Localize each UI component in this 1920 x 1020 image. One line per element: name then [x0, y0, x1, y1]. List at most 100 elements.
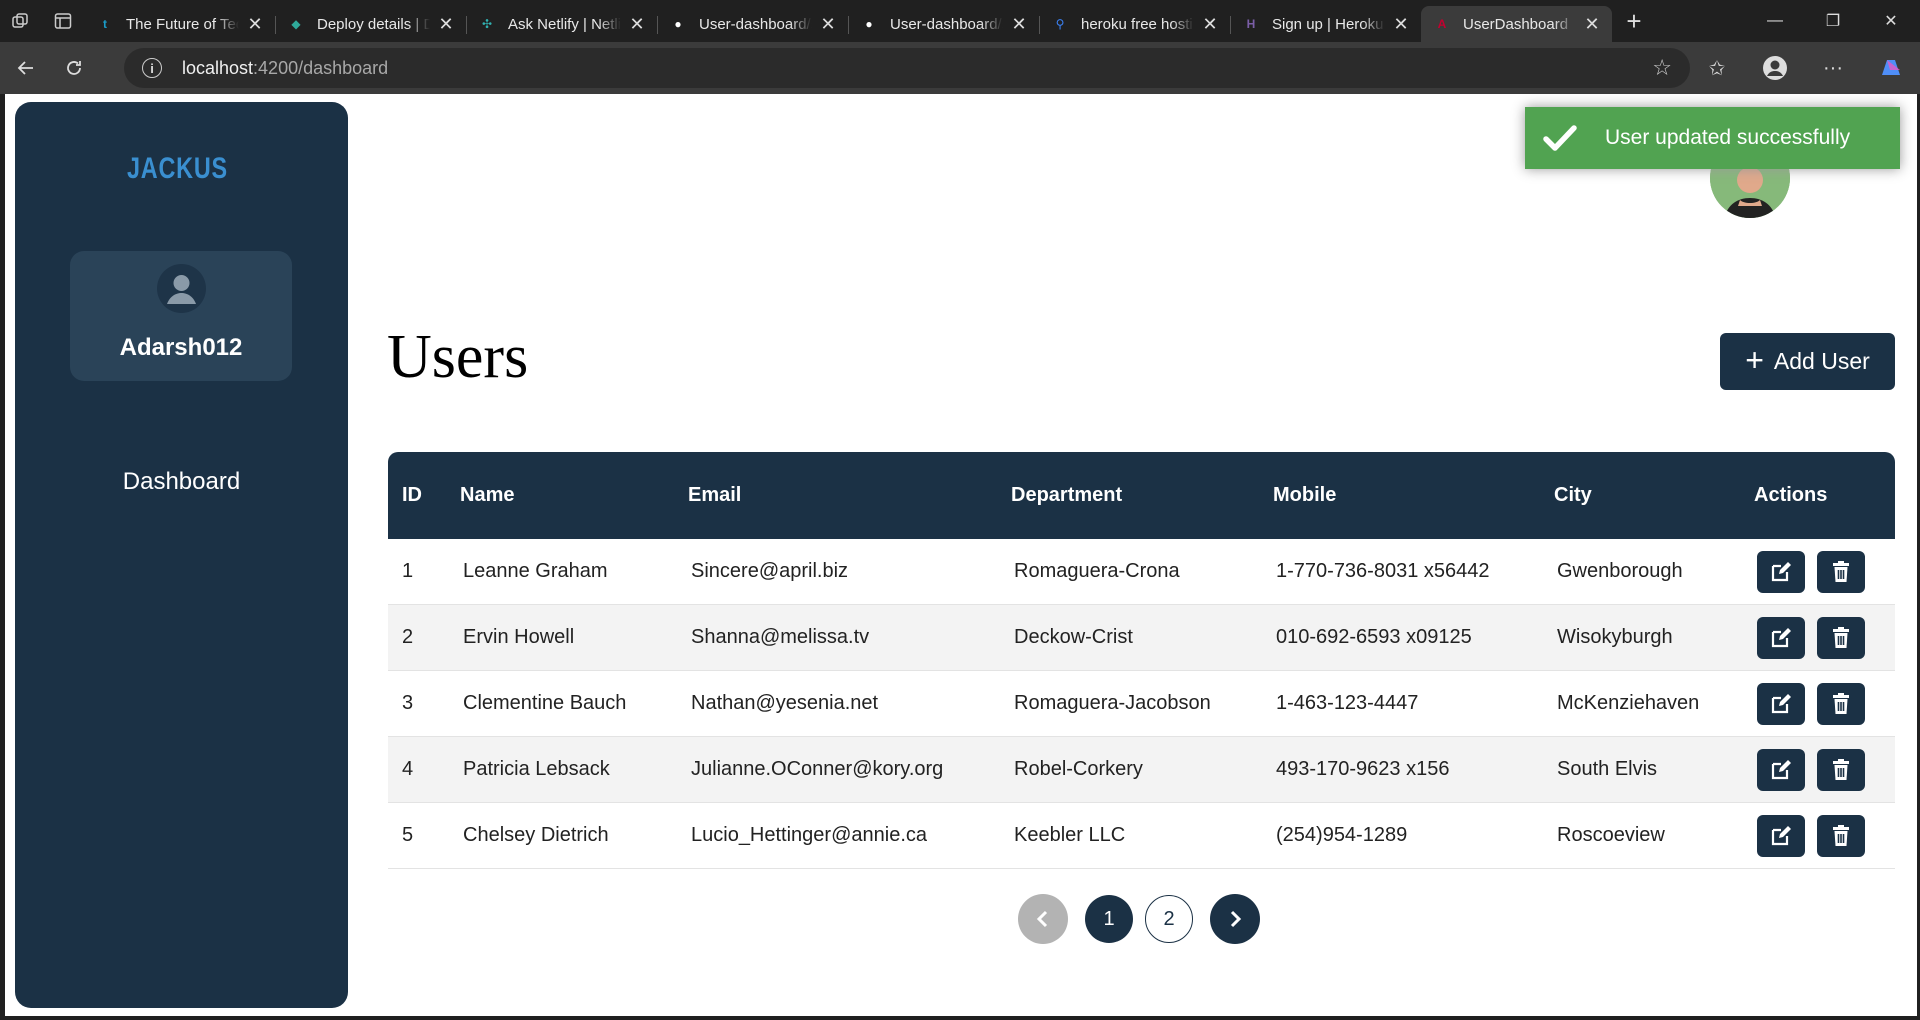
- workspaces-icon[interactable]: [0, 0, 42, 42]
- header-city: City: [1554, 484, 1592, 506]
- close-tab-icon[interactable]: ✕: [627, 14, 647, 35]
- prev-page-button[interactable]: [1018, 894, 1068, 944]
- browser-tab[interactable]: ● User-dashboard/src ✕: [848, 6, 1039, 42]
- favorites-icon[interactable]: ✩: [1688, 42, 1746, 94]
- cell-id: 4: [402, 758, 414, 780]
- tab-separator: [848, 16, 849, 34]
- back-icon[interactable]: [4, 46, 48, 90]
- close-tab-icon[interactable]: ✕: [1200, 14, 1220, 35]
- tab-favicon-icon: t: [103, 17, 107, 31]
- tab-favicon-icon: ⚲: [1055, 17, 1065, 31]
- add-user-label: Add User: [1773, 348, 1870, 374]
- table-header: ID Name Email Department Mobile City Act…: [388, 452, 1895, 539]
- close-window-icon[interactable]: ✕: [1862, 0, 1920, 42]
- jackus-logo[interactable]: JACKUS: [125, 152, 245, 185]
- tab-title: Deploy details | Dep: [317, 15, 430, 33]
- sidebar-item-dashboard[interactable]: Dashboard: [15, 468, 348, 496]
- browser-toolbar: i localhost:4200/dashboard ☆ ✩ ···: [0, 42, 1920, 94]
- close-tab-icon[interactable]: ✕: [1391, 14, 1411, 35]
- row-actions: [1739, 682, 1895, 725]
- cell-mobile: 493-170-9623 x156: [1276, 758, 1450, 780]
- reload-icon[interactable]: [52, 46, 96, 90]
- restore-icon[interactable]: ❐: [1804, 0, 1862, 42]
- browser-tab-bar: t The Future of Tech ✕ ◆ Deploy details | De…: [0, 0, 1920, 42]
- trash-icon[interactable]: [1817, 814, 1865, 857]
- browser-tabs: t The Future of Tech ✕ ◆ Deploy details | De…: [84, 0, 1612, 42]
- edit-icon[interactable]: [1757, 814, 1805, 857]
- page-2-button[interactable]: 2: [1145, 895, 1193, 943]
- browser-tab[interactable]: ◆ Deploy details | Dep ✕: [275, 6, 466, 42]
- close-tab-icon[interactable]: ✕: [818, 14, 838, 35]
- header-actions: Actions: [1754, 484, 1828, 506]
- cell-email: Nathan@yesenia.net: [691, 692, 879, 714]
- favorite-star-icon[interactable]: ☆: [1652, 55, 1672, 81]
- cell-id: 3: [402, 692, 414, 714]
- page-1-button[interactable]: 1: [1085, 895, 1133, 943]
- tab-actions-icon[interactable]: [42, 0, 84, 42]
- minimize-icon[interactable]: —: [1746, 0, 1804, 42]
- new-tab-button[interactable]: +: [1612, 3, 1656, 39]
- close-tab-icon[interactable]: ✕: [1582, 14, 1602, 35]
- row-actions: [1739, 748, 1895, 791]
- cell-email: Sincere@april.biz: [691, 560, 849, 582]
- close-tab-icon[interactable]: ✕: [1009, 14, 1029, 35]
- browser-tab[interactable]: H Sign up | Heroku ✕: [1230, 6, 1421, 42]
- address-bar[interactable]: i localhost:4200/dashboard ☆: [124, 48, 1690, 88]
- more-options-icon[interactable]: ···: [1804, 42, 1862, 94]
- table-row: 5 Chelsey Dietrich Lucio_Hettinger@annie.c…: [388, 803, 1895, 869]
- edit-icon[interactable]: [1757, 682, 1805, 725]
- tab-title: Sign up | Heroku: [1272, 15, 1384, 33]
- url-path: :4200/dashboard: [253, 57, 389, 78]
- tab-separator: [466, 16, 467, 34]
- tab-favicon-icon: ●: [674, 17, 682, 31]
- cell-name: Ervin Howell: [463, 626, 575, 648]
- edit-icon[interactable]: [1757, 616, 1805, 659]
- close-tab-icon[interactable]: ✕: [436, 14, 456, 35]
- header-mobile: Mobile: [1273, 484, 1337, 506]
- table-body: 1 Leanne Graham Sincere@april.biz Romaguera…: [388, 539, 1895, 869]
- toast-message: User updated successfully: [1605, 126, 1851, 149]
- tab-title: UserDashboard: [1463, 15, 1569, 33]
- tab-favicon-icon: A: [1437, 17, 1447, 31]
- tab-favicon-icon: ●: [865, 17, 873, 31]
- profile-icon[interactable]: [1746, 42, 1804, 94]
- trash-icon[interactable]: [1817, 616, 1865, 659]
- close-tab-icon[interactable]: ✕: [245, 14, 265, 35]
- browser-tab[interactable]: A UserDashboard ✕: [1421, 6, 1612, 42]
- tab-title: User-dashboard/src: [890, 15, 1003, 33]
- tab-title: User-dashboard/src: [699, 15, 812, 33]
- browser-tab[interactable]: t The Future of Tech ✕: [84, 6, 275, 42]
- tab-separator: [275, 16, 276, 34]
- add-user-button[interactable]: + Add User: [1720, 333, 1895, 390]
- success-toast[interactable]: User updated successfully: [1525, 107, 1900, 169]
- tab-separator: [657, 16, 658, 34]
- copilot-icon[interactable]: [1862, 42, 1920, 94]
- tab-favicon-icon: ◆: [291, 17, 301, 31]
- site-info-icon[interactable]: i: [142, 58, 162, 78]
- tab-title: heroku free hosting: [1081, 15, 1194, 33]
- cell-department: Deckow-Crist: [1014, 626, 1133, 648]
- trash-icon[interactable]: [1817, 748, 1865, 791]
- browser-tab[interactable]: ✣ Ask Netlify | Netlify ✕: [466, 6, 657, 42]
- cell-department: Robel-Corkery: [1014, 758, 1143, 780]
- edit-icon[interactable]: [1757, 550, 1805, 593]
- table-row: 1 Leanne Graham Sincere@april.biz Romaguera…: [388, 539, 1895, 605]
- cell-name: Patricia Lebsack: [463, 758, 610, 780]
- edit-icon[interactable]: [1757, 748, 1805, 791]
- header-id: ID: [402, 484, 422, 506]
- cell-id: 5: [402, 824, 414, 846]
- cell-mobile: 1-770-736-8031 x56442: [1276, 560, 1490, 582]
- cell-id: 1: [402, 560, 414, 582]
- next-page-button[interactable]: [1210, 894, 1260, 944]
- trash-icon[interactable]: [1817, 682, 1865, 725]
- cell-department: Keebler LLC: [1014, 824, 1126, 846]
- row-actions: [1739, 550, 1895, 593]
- cell-email: Julianne.OConner@kory.org: [691, 758, 944, 780]
- row-actions: [1739, 814, 1895, 857]
- page-title: Users: [387, 323, 529, 391]
- tab-favicon-icon: ✣: [481, 17, 493, 31]
- trash-icon[interactable]: [1817, 550, 1865, 593]
- browser-tab[interactable]: ⚲ heroku free hosting ✕: [1039, 6, 1230, 42]
- tab-favicon-icon: H: [1246, 17, 1256, 31]
- browser-tab[interactable]: ● User-dashboard/src ✕: [657, 6, 848, 42]
